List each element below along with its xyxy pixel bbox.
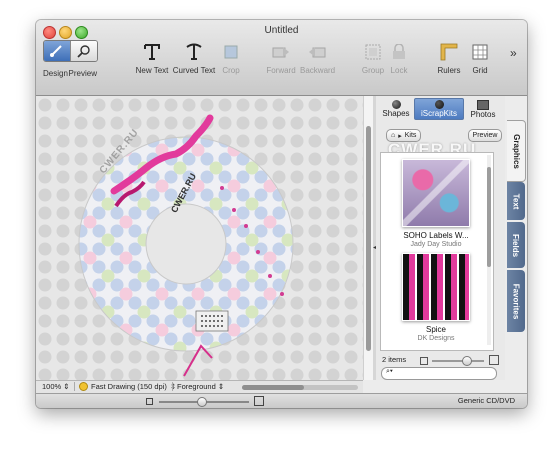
lock-button[interactable]: Lock [389, 42, 409, 75]
bottom-bar: Generic CD/DVD [36, 393, 527, 408]
shapes-icon [391, 100, 401, 109]
mode-segmented-control[interactable] [43, 40, 98, 62]
slider-knob[interactable] [197, 397, 207, 407]
canvas-horizontal-scrollbar[interactable] [242, 385, 358, 390]
large-thumb-icon [489, 355, 499, 365]
send-backward-icon [309, 47, 326, 58]
fast-drawing-indicator-icon [79, 382, 88, 391]
media-type-label: Generic CD/DVD [457, 396, 515, 405]
drawing-mode-popup[interactable]: Fast Drawing (150 dpi) ⇕ [74, 382, 176, 391]
design-canvas[interactable]: CWER.RU CWER.RU [36, 96, 363, 380]
inspector-panel: Shapes iScrapKits Photos ⌂ ▸ Kits Previe… [376, 96, 505, 380]
bring-forward-icon [272, 47, 289, 58]
popup-arrows-icon: ⇕ [63, 382, 70, 391]
design-label: Design [43, 69, 68, 78]
zoom-in-icon[interactable] [254, 396, 264, 406]
tab-photos[interactable]: Photos [464, 100, 502, 119]
kit-title: SOHO Labels W... [403, 231, 469, 240]
forward-button[interactable]: Forward [266, 42, 296, 75]
tab-iscrapkits[interactable]: iScrapKits [414, 98, 464, 120]
kit-item[interactable]: Spice DK Designs [384, 253, 488, 342]
magnifier-icon [77, 45, 90, 58]
iscrapkits-icon [434, 100, 444, 109]
popup-arrows-icon: ⇕ [217, 382, 225, 391]
list-scrollbar[interactable] [487, 155, 491, 345]
grid-button[interactable]: Grid [468, 42, 492, 75]
side-tab-favorites[interactable]: Favorites [507, 270, 525, 332]
curved-text-icon [186, 43, 202, 60]
kit-thumbnail [402, 159, 470, 227]
app-window: Untitled Design Preview New Text Curved [36, 20, 527, 408]
group-button[interactable]: Group [361, 42, 385, 75]
breadcrumb-separator-icon: ▸ [398, 132, 402, 140]
home-icon: ⌂ [391, 132, 396, 139]
side-tab-text[interactable]: Text [507, 182, 525, 220]
search-field[interactable]: ⌕▾ [381, 367, 497, 380]
preview-mode-button[interactable] [70, 41, 97, 61]
kit-list: SOHO Labels W... Jady Day Studio Spice D… [380, 152, 494, 351]
zoom-out-icon[interactable] [146, 398, 153, 405]
design-mode-button[interactable] [44, 41, 70, 61]
kit-title: Spice [425, 325, 446, 334]
side-tab-fields[interactable]: Fields [507, 222, 525, 268]
new-text-button[interactable]: New Text [134, 42, 170, 75]
zoom-popup[interactable]: 100% ⇕ [42, 382, 70, 391]
toolbar-overflow-button[interactable]: » [510, 46, 517, 60]
kit-item[interactable]: SOHO Labels W... Jady Day Studio [384, 159, 488, 248]
backward-button[interactable]: Backward [300, 42, 335, 75]
canvas-status-bar: 100% ⇕ Fast Drawing (150 dpi) ⇕ Foregrou… [36, 380, 363, 394]
canvas-zoom-slider[interactable] [159, 397, 249, 407]
curved-text-button[interactable]: Curved Text [172, 42, 216, 75]
window-title: Untitled [264, 25, 299, 36]
scrollbar-thumb[interactable] [366, 126, 371, 351]
grid-icon [472, 44, 488, 60]
text-t-icon [144, 44, 160, 60]
kit-author: DK Designs [417, 335, 455, 342]
rulers-button[interactable]: Rulers [436, 42, 462, 75]
preview-label: Preview [68, 69, 97, 78]
kit-author: Jady Day Studio [410, 241, 462, 248]
side-tab-bar: Graphics Text Fields Favorites [505, 96, 527, 380]
lock-icon [393, 44, 405, 59]
mode-switch: Design Preview [43, 40, 98, 78]
crop-icon [224, 45, 238, 59]
scrollbar-thumb[interactable] [242, 385, 304, 390]
slider-knob[interactable] [462, 356, 472, 366]
crop-button[interactable]: Crop [218, 42, 244, 75]
ruler-icon [440, 43, 458, 61]
group-icon [365, 44, 381, 60]
tab-shapes[interactable]: Shapes [379, 100, 413, 118]
brush-icon [50, 45, 62, 57]
item-count: 2 items [382, 355, 407, 364]
side-tab-graphics[interactable]: Graphics [507, 120, 526, 182]
thumbnail-size-slider[interactable] [432, 356, 484, 366]
photos-icon [477, 100, 489, 110]
cd-label-artwork [36, 96, 363, 380]
search-icon: ⌕▾ [386, 368, 393, 375]
kit-thumbnail [402, 253, 470, 321]
layer-popup[interactable]: Foreground ⇕ [172, 382, 224, 391]
small-thumb-icon [420, 357, 428, 365]
list-scrollbar-thumb[interactable] [487, 167, 491, 267]
toolbar: Untitled Design Preview New Text Curved [36, 20, 527, 96]
